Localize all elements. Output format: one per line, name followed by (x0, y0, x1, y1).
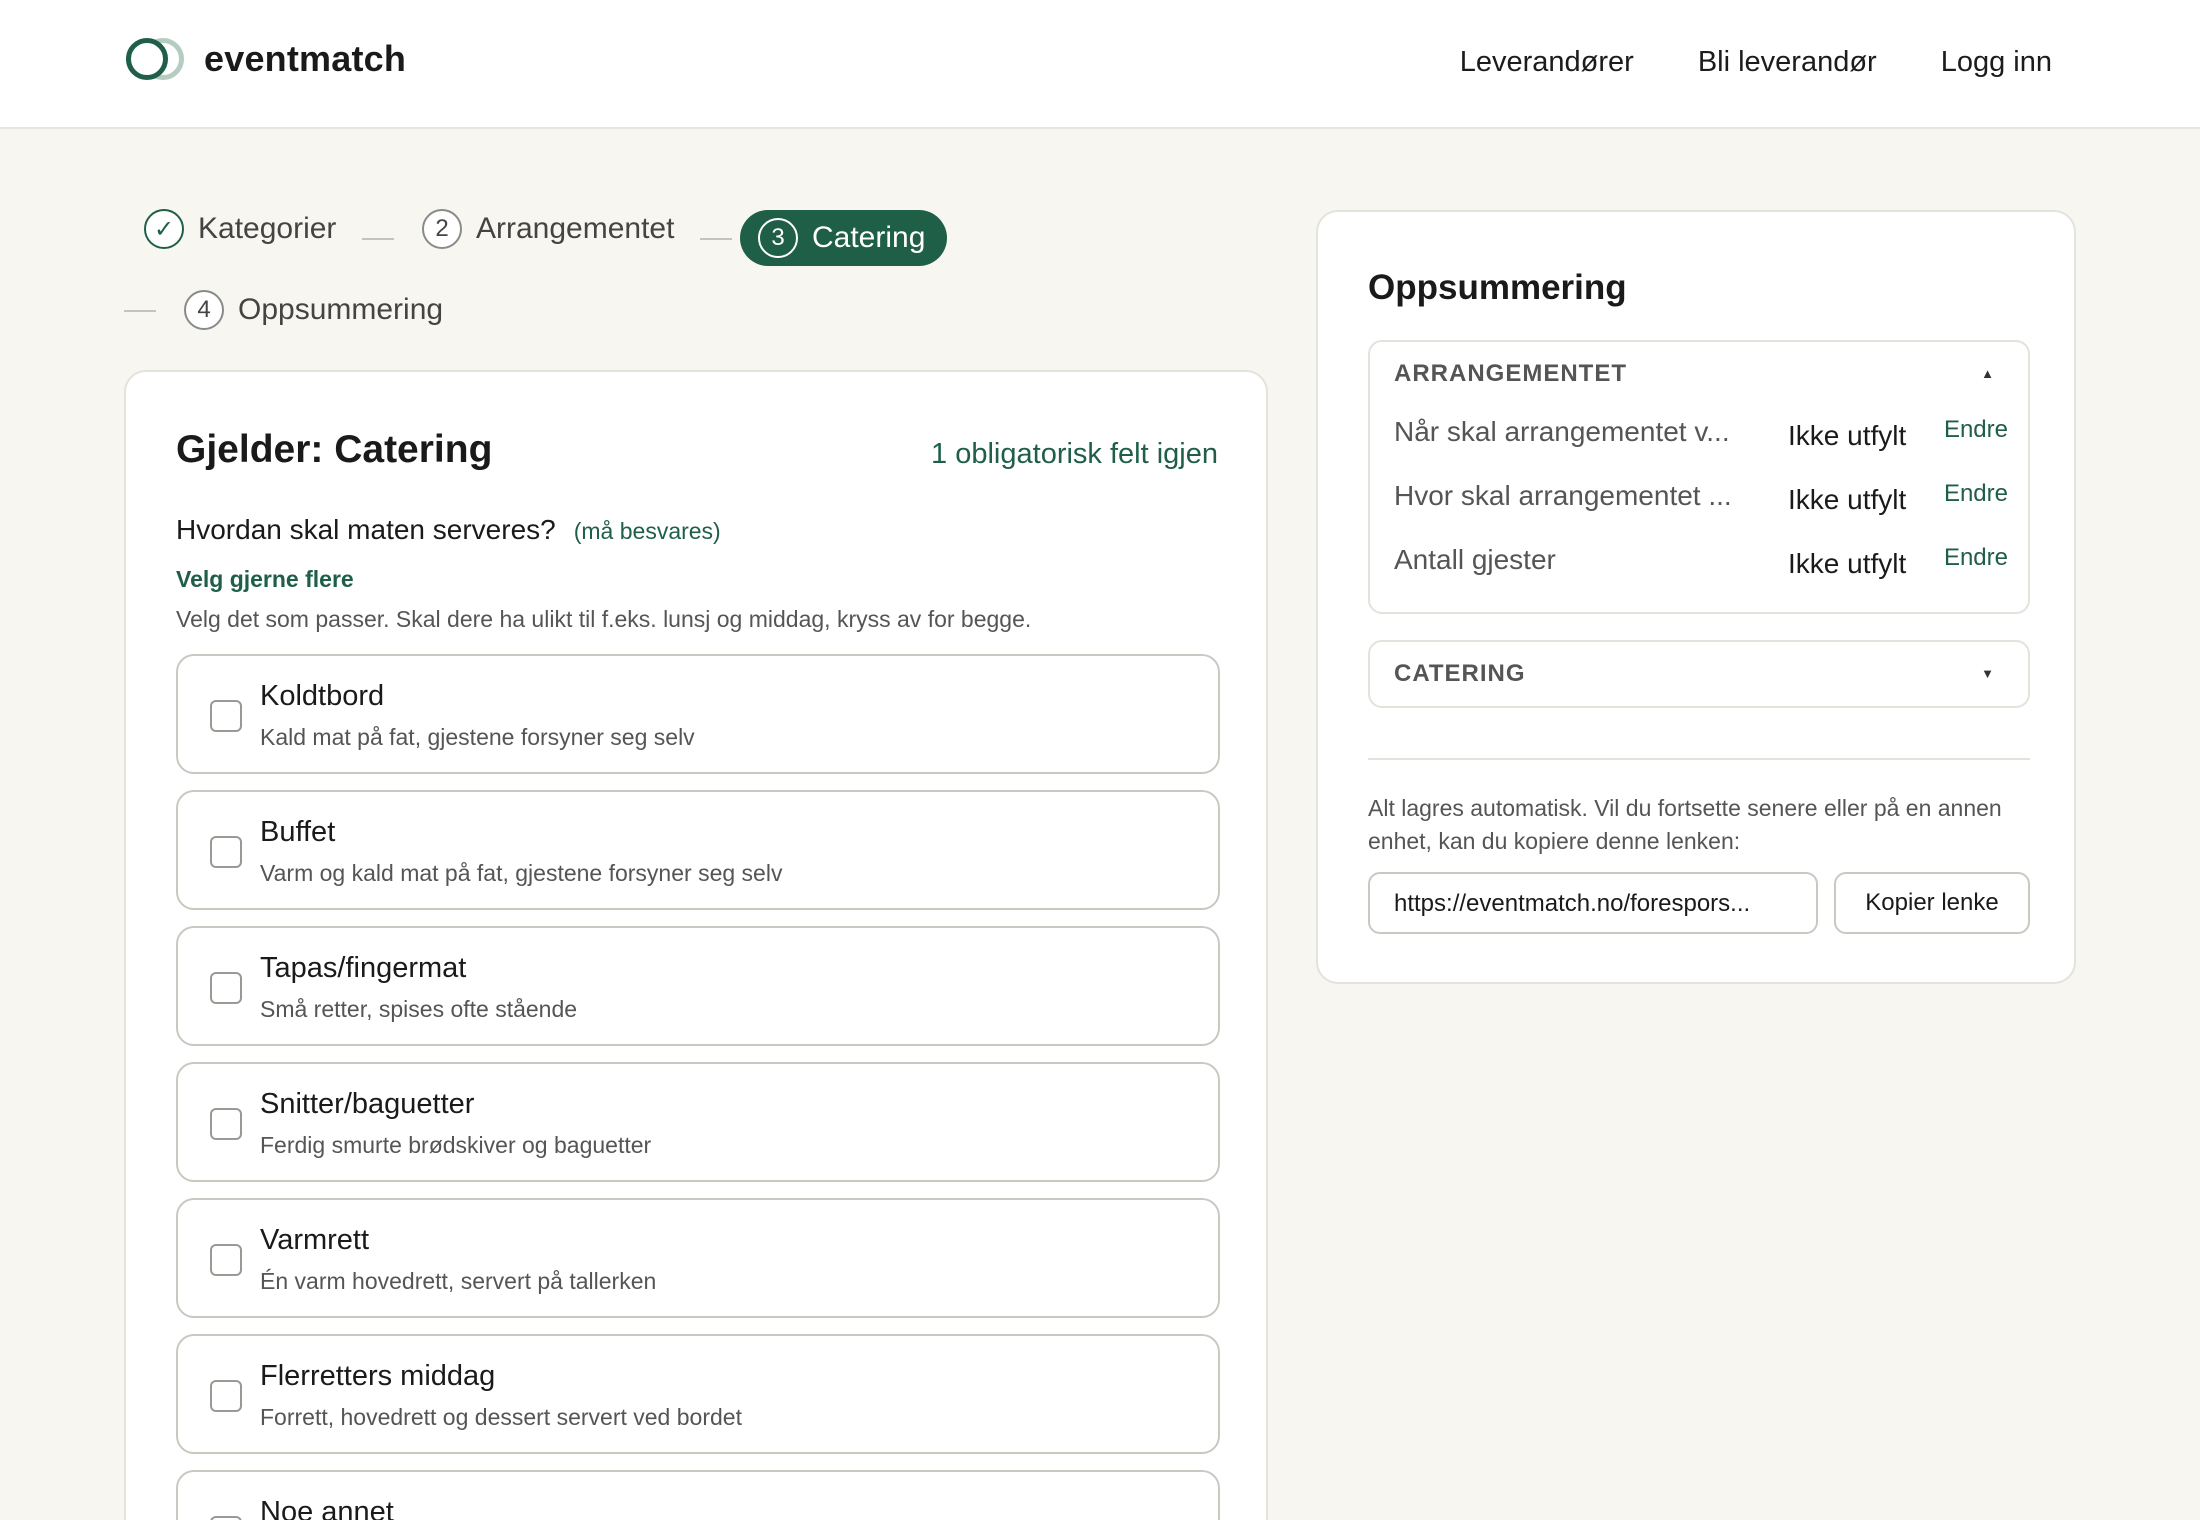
required-marker: (må besvares) (573, 518, 721, 544)
step-summary[interactable]: 4 Oppsummering (184, 290, 443, 330)
option-label: Flerretters middag (260, 1360, 496, 1392)
checkbox[interactable] (210, 700, 242, 732)
step-number: 4 (184, 290, 224, 330)
accordion-heading[interactable]: CATERING (1394, 660, 1526, 688)
option-label: Tapas/fingermat (260, 952, 467, 984)
accordion-event: ARRANGEMENTET ▲ Når skal arrangementet v… (1368, 340, 2030, 614)
option-varmrett[interactable]: Varmrett Én varm hovedrett, servert på t… (176, 1198, 1220, 1318)
option-flerretters[interactable]: Flerretters middag Forrett, hovedrett og… (176, 1334, 1220, 1454)
main-nav: Leverandører Bli leverandør Logg inn (1460, 46, 2052, 79)
logo[interactable]: eventmatch (124, 36, 406, 82)
row-value: Ikke utfylt (1788, 420, 1907, 451)
step-label: Kategorier (198, 212, 337, 245)
edit-link[interactable]: Endre (1944, 416, 2008, 444)
step-label: Oppsummering (238, 293, 444, 326)
copy-link-button[interactable]: Kopier lenke (1834, 872, 2030, 934)
share-link-field[interactable]: https://eventmatch.no/forespors... (1368, 872, 1818, 934)
nav-link-login[interactable]: Logg inn (1941, 46, 2052, 79)
row-question: Antall gjester (1394, 544, 1556, 575)
catering-form-card: Gjelder: Catering 1 obligatorisk felt ig… (124, 370, 1268, 1520)
question-hint: Velg det som passer. Skal dere ha ulikt … (176, 606, 1032, 632)
multi-select-hint: Velg gjerne flere (176, 566, 354, 592)
nav-link-become-supplier[interactable]: Bli leverandør (1698, 46, 1877, 79)
edit-link[interactable]: Endre (1944, 480, 2008, 508)
summary-row-when: Når skal arrangementet v... Ikke utfylt … (1394, 416, 2008, 456)
logo-text: eventmatch (204, 38, 407, 79)
form-title: Gjelder: Catering (176, 428, 493, 471)
option-description: Forrett, hovedrett og dessert servert ve… (260, 1404, 742, 1430)
summary-row-guests: Antall gjester Ikke utfylt Endre (1394, 544, 2008, 584)
checkbox[interactable] (210, 972, 242, 1004)
summary-title: Oppsummering (1368, 268, 1627, 307)
checkbox[interactable] (210, 836, 242, 868)
option-noe-annet[interactable]: Noe annet (176, 1470, 1220, 1520)
logo-rings-icon (124, 36, 186, 82)
option-description: Varm og kald mat på fat, gjestene forsyn… (260, 860, 783, 886)
row-question: Når skal arrangementet v... (1394, 416, 1730, 447)
option-label: Snitter/baguetter (260, 1088, 475, 1120)
step-number: 2 (422, 209, 462, 249)
nav-link-suppliers[interactable]: Leverandører (1460, 46, 1634, 79)
step-number: 3 (758, 218, 798, 258)
option-buffet[interactable]: Buffet Varm og kald mat på fat, gjestene… (176, 790, 1220, 910)
accordion-catering[interactable]: CATERING ▼ (1368, 640, 2030, 708)
option-label: Koldtbord (260, 680, 385, 712)
option-koldtbord[interactable]: Koldtbord Kald mat på fat, gjestene fors… (176, 654, 1220, 774)
checkbox[interactable] (210, 1244, 242, 1276)
option-label: Varmrett (260, 1224, 370, 1256)
accordion-heading[interactable]: ARRANGEMENTET (1394, 360, 1627, 388)
caret-down-icon[interactable]: ▼ (1981, 666, 1994, 681)
option-description: Kald mat på fat, gjestene forsyner seg s… (260, 724, 695, 750)
step-catering[interactable]: 3 Catering (740, 210, 948, 266)
option-label: Buffet (260, 816, 336, 848)
autosave-text: Alt lagres automatisk. Vil du fortsette … (1368, 795, 2002, 854)
step-event[interactable]: 2 Arrangementet (422, 209, 674, 249)
serving-question: Hvordan skal maten serveres? (må besvare… (176, 514, 721, 546)
top-header: eventmatch Leverandører Bli leverandør L… (0, 0, 2200, 129)
step-label: Arrangementet (476, 212, 675, 245)
row-question: Hvor skal arrangementet ... (1394, 480, 1732, 511)
row-value: Ikke utfylt (1788, 548, 1907, 579)
step-separator (124, 310, 156, 312)
summary-row-where: Hvor skal arrangementet ... Ikke utfylt … (1394, 480, 2008, 520)
option-description: Ferdig smurte brødskiver og baguetter (260, 1132, 652, 1158)
required-fields-left: 1 obligatorisk felt igjen (931, 438, 1218, 470)
row-value: Ikke utfylt (1788, 484, 1907, 515)
caret-up-icon[interactable]: ▲ (1981, 366, 1994, 381)
step-label: Catering (812, 221, 926, 254)
option-description: Én varm hovedrett, servert på tallerken (260, 1268, 657, 1294)
question-text: Hvordan skal maten serveres? (176, 514, 556, 545)
checkbox[interactable] (210, 1516, 242, 1520)
edit-link[interactable]: Endre (1944, 544, 2008, 572)
option-description: Små retter, spises ofte stående (260, 996, 578, 1022)
option-snitter[interactable]: Snitter/baguetter Ferdig smurte brødskiv… (176, 1062, 1220, 1182)
check-icon: ✓ (144, 209, 184, 249)
checkbox[interactable] (210, 1108, 242, 1140)
checkbox[interactable] (210, 1380, 242, 1412)
option-tapas[interactable]: Tapas/fingermat Små retter, spises ofte … (176, 926, 1220, 1046)
step-separator (362, 238, 394, 240)
option-label: Noe annet (260, 1496, 394, 1520)
step-separator (700, 238, 732, 240)
step-categories[interactable]: ✓ Kategorier (144, 209, 336, 249)
summary-panel: Oppsummering ARRANGEMENTET ▲ Når skal ar… (1316, 210, 2076, 984)
divider (1368, 758, 2030, 760)
